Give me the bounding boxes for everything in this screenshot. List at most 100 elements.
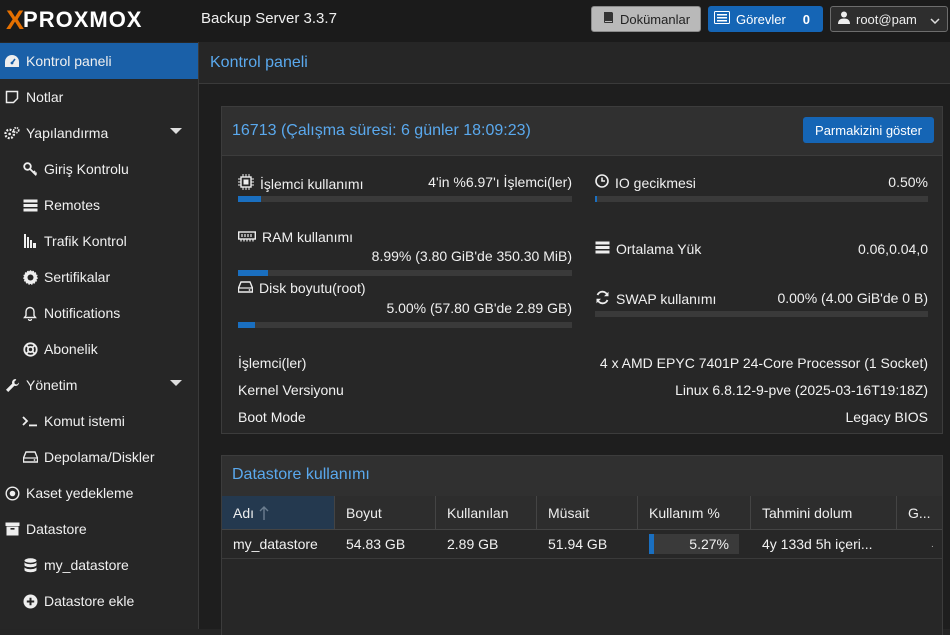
sidebar-item-add-datastore[interactable]: Datastore ekle [0,583,198,619]
page-title: Kontrol paneli [210,54,308,71]
load-average-metric: Ortalama Yük 0.06,0.04,0 [595,241,928,261]
documentation-label: Dokümanlar [619,11,691,27]
disk-usage-bar [238,322,572,328]
chevron-down-icon [930,12,940,27]
sidebar-item-my-datastore[interactable]: my_datastore [0,547,198,583]
wrench-icon [4,377,20,393]
column-header-extra[interactable]: G... [897,496,942,529]
disk-usage-label: Disk boyutu(root) [259,280,366,296]
datastore-grid-header: Adı Boyut Kullanılan Müsait Kullanım % T… [222,496,942,530]
tape-icon [4,485,20,501]
disk-usage-value-row: 5.00% (57.80 GB'de 2.89 GB) [238,300,572,320]
boot-mode-label: Boot Mode [238,409,306,425]
sidebar-item-dashboard[interactable]: Kontrol paneli [0,43,198,79]
sidebar-item-certificates[interactable]: Sertifikalar [0,259,198,295]
sidebar-item-remotes[interactable]: Remotes [0,187,198,223]
sidebar-item-subscription[interactable]: Abonelik [0,331,198,367]
cpu-usage-metric: İşlemci kullanımı 4'in %6.97'ı İşlemci(l… [238,174,572,194]
sidebar-item-label: Abonelik [44,341,98,357]
swap-usage-label: SWAP kullanımı [616,291,717,307]
server-icon [22,197,38,213]
cpu-usage-bar [238,196,572,202]
refresh-icon [595,290,610,308]
book-icon [602,11,615,27]
proxmox-logo[interactable]: X PROXMOX [6,6,142,34]
cell-used: 2.89 GB [447,536,499,552]
kernel-version-row: Kernel Versiyonu Linux 6.8.12-9-pve (202… [238,382,928,402]
sidebar-item-traffic-control[interactable]: Trafik Kontrol [0,223,198,259]
bars-icon [22,233,38,249]
cpu-model-label: İşlemci(ler) [238,355,307,371]
sidebar-item-shell[interactable]: Komut istemi [0,403,198,439]
sidebar-item-label: Datastore [26,521,87,537]
support-icon [22,341,38,357]
clock-icon [595,174,609,191]
sidebar-item-label: Notifications [44,305,121,321]
sidebar-item-access-control[interactable]: Giriş Kontrolu [0,151,198,187]
main-content: Kontrol paneli 16713 (Çalışma süresi: 6 … [199,42,950,635]
sidebar-item-notifications[interactable]: Notifications [0,295,198,331]
ram-usage-bar [238,270,572,276]
cell-usage-bar: 5.27% [649,534,739,554]
documentation-button[interactable]: Dokümanlar [591,6,701,32]
sidebar-item-tape-backup[interactable]: Kaset yedekleme [0,475,198,511]
sidebar-item-label: Yönetim [26,377,78,393]
sidebar-item-configuration[interactable]: Yapılandırma [0,115,198,151]
caret-down-icon[interactable] [170,128,182,134]
column-header-estimated-full[interactable]: Tahmini dolum [751,496,897,529]
sidebar-item-notes[interactable]: Notlar [0,79,198,115]
cpu-model-row: İşlemci(ler) 4 x AMD EPYC 7401P 24-Core … [238,355,928,375]
show-fingerprint-button[interactable]: Parmakizini göster [803,117,934,143]
sidebar-item-administration[interactable]: Yönetim [0,367,198,403]
server-status-panel: 16713 (Çalışma süresi: 6 günler 18:09:23… [221,106,943,434]
caret-down-icon[interactable] [170,380,182,386]
ram-usage-label: RAM kullanımı [262,229,354,245]
boot-mode-value: Legacy BIOS [845,409,929,425]
certificate-icon [22,269,38,285]
sidebar-item-label: Yapılandırma [26,125,109,141]
cpu-model-value: 4 x AMD EPYC 7401P 24-Core Processor (1 … [599,355,928,371]
hdd-icon [237,280,254,296]
sidebar-item-label: Notlar [26,89,64,105]
hdd-icon [22,449,38,465]
datastore-panel-header: Datastore kullanımı [222,456,942,496]
sidebar-item-label: Giriş Kontrolu [44,161,129,177]
column-header-size[interactable]: Boyut [335,496,436,529]
swap-usage-metric: SWAP kullanımı 0.00% (4.00 GiB'de 0 B) [595,290,928,310]
io-delay-label: IO gecikmesi [615,174,696,191]
kernel-version-value: Linux 6.8.12-9-pve (2025-03-16T19:18Z) [675,382,928,398]
column-header-used[interactable]: Kullanılan [436,496,537,529]
tasks-button[interactable]: Görevler 0 [708,6,823,32]
database-icon [22,557,38,573]
list-icon [714,11,730,27]
column-header-usage[interactable]: Kullanım % [638,496,751,529]
column-name-label: Adı [233,504,255,521]
user-menu-button[interactable]: root@pam [830,6,948,32]
sidebar-item-storage-disks[interactable]: Depolama/Diskler [0,439,198,475]
cell-size: 54.83 GB [346,536,406,552]
column-header-name[interactable]: Adı [222,496,335,529]
cpu-icon [238,174,254,193]
ram-usage-bar-fill [238,270,269,276]
io-delay-bar-fill [595,196,597,202]
gears-icon [4,125,20,141]
swap-usage-value: 0.00% (4.00 GiB'de 0 B) [777,290,928,306]
disk-usage-value: 5.00% (57.80 GB'de 2.89 GB) [386,300,572,316]
tasks-count: 0 [802,11,810,27]
table-row[interactable]: my_datastore 54.83 GB 2.89 GB 51.94 GB 5… [222,530,942,559]
sidebar-item-datastore[interactable]: Datastore [0,511,198,547]
sidebar-item-label: Depolama/Diskler [44,449,155,465]
column-header-available[interactable]: Müsait [537,496,638,529]
io-delay-value: 0.50% [888,174,928,190]
sidebar: Kontrol paneli Notlar Yapılandırma Giriş… [0,42,199,629]
sidebar-item-label: Kontrol paneli [26,53,112,69]
datastore-usage-panel: Datastore kullanımı Adı Boyut Kullanılan… [221,455,943,635]
boot-mode-row: Boot Mode Legacy BIOS [238,409,928,429]
usage-bar-fill [649,534,654,554]
cell-usage-value: 5.27% [689,536,729,552]
terminal-icon [22,413,38,429]
cpu-usage-label: İşlemci kullanımı [260,175,364,192]
cell-estimated-full: 4y 133d 5h içeri... [762,536,873,552]
plus-circle-icon [22,593,38,609]
content-header: Kontrol paneli [199,42,950,84]
